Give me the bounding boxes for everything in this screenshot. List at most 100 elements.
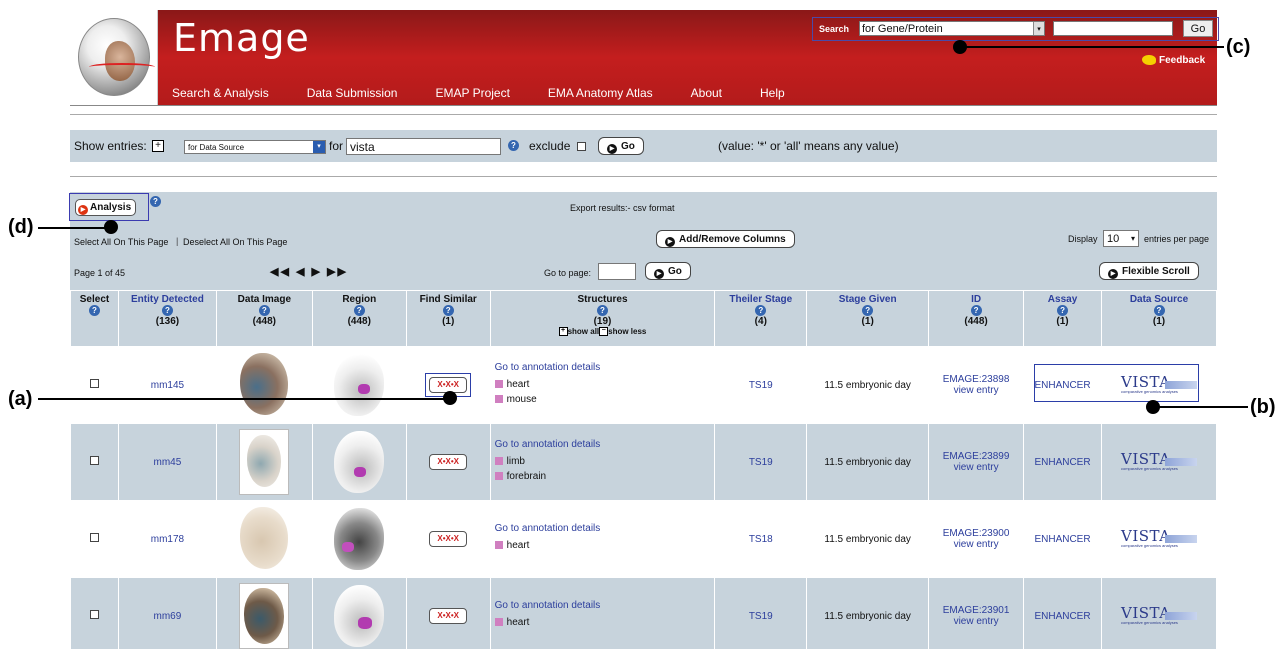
- help-icon[interactable]: ?: [353, 305, 365, 316]
- page-number-input[interactable]: [598, 263, 636, 280]
- row-checkbox[interactable]: [89, 610, 99, 619]
- row-checkbox[interactable]: [89, 456, 99, 465]
- show-all-link[interactable]: show all: [568, 327, 600, 336]
- search-type-select[interactable]: for Gene/Protein ▾: [859, 21, 1045, 36]
- help-icon[interactable]: ?: [508, 140, 519, 151]
- data-image-thumbnail[interactable]: [239, 429, 290, 495]
- theiler-stage-link[interactable]: TS19: [749, 457, 773, 468]
- show-less-link[interactable]: show less: [608, 327, 646, 336]
- divider: [70, 176, 1217, 177]
- help-icon[interactable]: ?: [1153, 305, 1165, 316]
- find-similar-button[interactable]: X•X•X: [429, 454, 468, 470]
- entity-link[interactable]: mm45: [154, 457, 182, 468]
- nav-ema-anatomy-atlas[interactable]: EMA Anatomy Atlas: [548, 86, 653, 100]
- entries-per-page-select[interactable]: 10 ▾: [1103, 230, 1139, 247]
- search-go-button[interactable]: Go: [1183, 20, 1213, 37]
- annotation-c-dot: [953, 40, 967, 54]
- region-thumbnail[interactable]: [334, 354, 385, 416]
- annotation-details-link[interactable]: Go to annotation details: [495, 439, 715, 450]
- row-checkbox[interactable]: [89, 533, 99, 542]
- annotation-details-link[interactable]: Go to annotation details: [495, 523, 715, 534]
- add-filter-icon[interactable]: +: [152, 140, 164, 152]
- view-entry-link[interactable]: view entry: [954, 462, 999, 473]
- collapse-icon[interactable]: −: [599, 327, 609, 337]
- flexible-scroll-button[interactable]: ▶ Flexible Scroll: [1099, 262, 1199, 280]
- col-assay[interactable]: Assay? (1): [1023, 290, 1102, 347]
- help-icon[interactable]: ?: [258, 305, 270, 316]
- col-entity-detected[interactable]: Entity Detected? (136): [117, 290, 217, 347]
- find-similar-button[interactable]: X•X•X: [429, 531, 468, 547]
- emage-id-link[interactable]: EMAGE:23900: [943, 528, 1010, 539]
- region-thumbnail[interactable]: [334, 431, 385, 493]
- logo-ring: [89, 63, 155, 71]
- analysis-button[interactable]: ▶ Analysis: [75, 199, 137, 216]
- nav-help[interactable]: Help: [760, 86, 785, 100]
- emage-id-link[interactable]: EMAGE:23901: [943, 605, 1010, 616]
- pager-controls[interactable]: ◀◀ ◀ ▶ ▶▶: [270, 265, 348, 278]
- assay-link[interactable]: ENHANCER: [1034, 457, 1090, 468]
- emage-id-link[interactable]: EMAGE:23899: [943, 451, 1010, 462]
- nav-search-analysis[interactable]: Search & Analysis: [172, 86, 269, 100]
- vista-logo[interactable]: VISTA comparative genomics analyses: [1121, 450, 1197, 472]
- theiler-stage-link[interactable]: TS19: [749, 611, 773, 622]
- display-label: Display: [1068, 234, 1098, 244]
- region-thumbnail[interactable]: [334, 508, 385, 570]
- results-table: Select? Entity Detected? (136) Data Image…: [70, 290, 1217, 655]
- expand-icon[interactable]: +: [558, 327, 568, 337]
- find-similar-button[interactable]: X•X•X: [429, 608, 468, 624]
- data-image-thumbnail[interactable]: [239, 583, 290, 649]
- search-input[interactable]: [1053, 21, 1173, 36]
- emage-id-link[interactable]: EMAGE:23898: [943, 374, 1010, 385]
- vista-logo[interactable]: VISTA comparative genomics analyses: [1121, 527, 1197, 549]
- help-icon[interactable]: ?: [161, 305, 173, 316]
- filter-value-input[interactable]: vista: [346, 138, 501, 155]
- data-source-select[interactable]: for Data Source ▾: [184, 140, 326, 154]
- theiler-stage-link[interactable]: TS19: [749, 380, 773, 391]
- assay-link[interactable]: ENHANCER: [1034, 534, 1090, 545]
- col-stage-given[interactable]: Stage Given? (1): [806, 290, 930, 347]
- filter-go-button[interactable]: ▶ Go: [598, 137, 644, 155]
- chevron-down-icon[interactable]: ▾: [1131, 231, 1135, 247]
- results-panel: ▶ Analysis ? Export results:- csv format …: [69, 192, 1217, 655]
- emage-logo[interactable]: [70, 10, 158, 105]
- feedback-link[interactable]: Feedback: [1142, 55, 1205, 66]
- view-entry-link[interactable]: view entry: [954, 539, 999, 550]
- entity-link[interactable]: mm145: [151, 380, 184, 391]
- theiler-stage-link[interactable]: TS18: [749, 534, 773, 545]
- help-icon[interactable]: ?: [88, 305, 100, 316]
- nav-about[interactable]: About: [691, 86, 722, 100]
- export-link[interactable]: Export results:- csv format: [570, 203, 675, 213]
- data-image-thumbnail[interactable]: [240, 352, 289, 415]
- col-theiler-stage[interactable]: Theiler Stage? (4): [714, 290, 808, 347]
- help-icon[interactable]: ?: [755, 305, 767, 316]
- view-entry-link[interactable]: view entry: [954, 385, 999, 396]
- view-entry-link[interactable]: view entry: [954, 616, 999, 627]
- annotation-details-link[interactable]: Go to annotation details: [495, 362, 715, 373]
- vista-logo[interactable]: VISTA comparative genomics analyses: [1121, 604, 1197, 626]
- region-thumbnail[interactable]: [334, 585, 385, 647]
- nav-emap-project[interactable]: EMAP Project: [435, 86, 509, 100]
- help-icon[interactable]: ?: [970, 305, 982, 316]
- add-remove-columns-button[interactable]: ▶ Add/Remove Columns: [656, 230, 795, 248]
- col-data-source[interactable]: Data Source? (1): [1101, 290, 1217, 347]
- entity-link[interactable]: mm69: [154, 611, 182, 622]
- entity-link[interactable]: mm178: [151, 534, 184, 545]
- nav-data-submission[interactable]: Data Submission: [307, 86, 398, 100]
- goto-page-go-button[interactable]: ▶ Go: [645, 262, 691, 280]
- assay-link[interactable]: ENHANCER: [1034, 611, 1090, 622]
- help-icon[interactable]: ?: [442, 305, 454, 316]
- chevron-down-icon[interactable]: ▾: [313, 141, 325, 153]
- help-icon[interactable]: ?: [1057, 305, 1069, 316]
- data-image-thumbnail[interactable]: [240, 506, 289, 569]
- deselect-all-link[interactable]: Deselect All On This Page: [183, 237, 287, 247]
- help-icon[interactable]: ?: [862, 305, 874, 316]
- row-checkbox[interactable]: [89, 379, 99, 388]
- help-icon[interactable]: ?: [150, 196, 161, 207]
- select-all-link[interactable]: Select All On This Page: [74, 237, 168, 247]
- chevron-down-icon[interactable]: ▾: [1033, 22, 1044, 35]
- annotation-details-link[interactable]: Go to annotation details: [495, 600, 715, 611]
- play-icon: ▶: [607, 144, 617, 154]
- col-id[interactable]: ID? (448): [928, 290, 1025, 347]
- help-icon[interactable]: ?: [596, 305, 608, 316]
- exclude-checkbox[interactable]: [577, 142, 586, 151]
